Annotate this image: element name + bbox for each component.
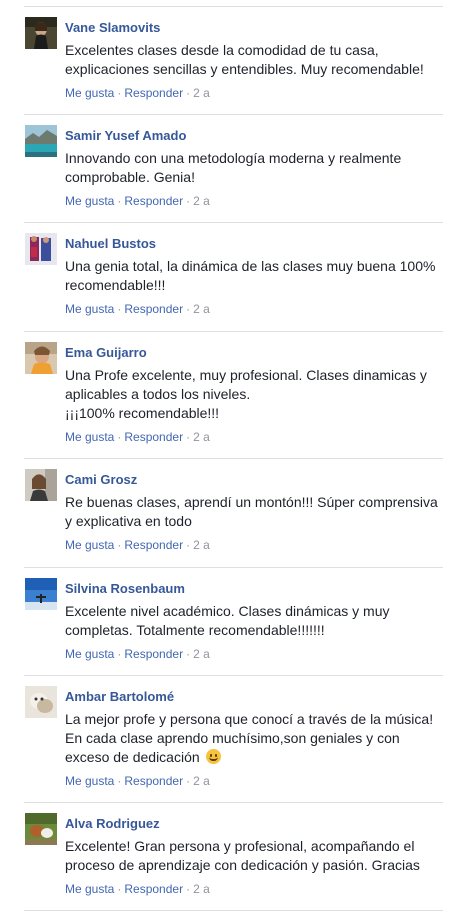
separator: ·: [117, 647, 122, 661]
comment-text-line: La mejor profe y persona que conocí a tr…: [65, 711, 434, 765]
comment: Samir Yusef Amado Innovando con una meto…: [24, 115, 443, 223]
author-name[interactable]: Cami Grosz: [65, 472, 443, 488]
like-link[interactable]: Me gusta: [65, 194, 114, 208]
separator: ·: [186, 647, 191, 661]
timestamp[interactable]: 2 a: [193, 538, 210, 552]
comment: Alva Rodriguez Excelente! Gran persona y…: [24, 803, 443, 911]
comment-text: Una Profe excelente, muy profesional. Cl…: [65, 366, 443, 423]
comment-text: Innovando con una metodología moderna y …: [65, 150, 402, 185]
comment-text-line: Una Profe excelente, muy profesional. Cl…: [65, 367, 427, 402]
like-link[interactable]: Me gusta: [65, 882, 114, 896]
comment-actions: Me gusta · Responder · 2 a: [65, 537, 443, 553]
divider: [24, 0, 443, 7]
separator: ·: [186, 882, 191, 896]
separator: ·: [117, 882, 122, 896]
comment: Vane Slamovits Excelentes clases desde l…: [24, 7, 443, 115]
separator: ·: [186, 302, 191, 316]
reply-link[interactable]: Responder: [124, 647, 183, 661]
comment-actions: Me gusta · Responder · 2 a: [65, 193, 443, 209]
avatar[interactable]: [25, 342, 57, 374]
reply-link[interactable]: Responder: [124, 430, 183, 444]
comment: Nahuel Bustos Una genia total, la dinámi…: [24, 223, 443, 332]
reply-link[interactable]: Responder: [124, 194, 183, 208]
timestamp[interactable]: 2 a: [193, 882, 210, 896]
comment-text: Excelente! Gran persona y profesional, a…: [65, 838, 420, 873]
avatar[interactable]: [25, 233, 57, 265]
comment-text: Excelentes clases desde la comodidad de …: [65, 42, 424, 77]
author-name[interactable]: Samir Yusef Amado: [65, 128, 443, 144]
avatar[interactable]: [25, 686, 57, 718]
comment-text-line: ¡¡¡100% recomendable!!!: [65, 405, 220, 421]
comment-text: La mejor profe y persona que conocí a tr…: [65, 710, 443, 767]
reply-link[interactable]: Responder: [124, 302, 183, 316]
comment-text: Excelente nivel académico. Clases dinámi…: [65, 603, 390, 638]
separator: ·: [186, 774, 191, 788]
separator: ·: [117, 86, 122, 100]
timestamp[interactable]: 2 a: [193, 430, 210, 444]
author-name[interactable]: Ema Guijarro: [65, 345, 443, 361]
avatar[interactable]: [25, 125, 57, 157]
timestamp[interactable]: 2 a: [193, 86, 210, 100]
comment: Silvina Rosenbaum Excelente nivel académ…: [24, 568, 443, 676]
author-name[interactable]: Vane Slamovits: [65, 20, 443, 36]
avatar[interactable]: [25, 813, 57, 845]
separator: ·: [186, 86, 191, 100]
comment-actions: Me gusta · Responder · 2 a: [65, 773, 443, 789]
comment: Ambar Bartolomé La mejor profe y persona…: [24, 676, 443, 803]
like-link[interactable]: Me gusta: [65, 86, 114, 100]
separator: ·: [186, 430, 191, 444]
comment-actions: Me gusta · Responder · 2 a: [65, 429, 443, 445]
comment-actions: Me gusta · Responder · 2 a: [65, 85, 443, 101]
author-name[interactable]: Alva Rodriguez: [65, 816, 443, 832]
separator: ·: [117, 774, 122, 788]
smiling-face-emoji-icon: [205, 749, 221, 764]
like-link[interactable]: Me gusta: [65, 538, 114, 552]
timestamp[interactable]: 2 a: [193, 194, 210, 208]
like-link[interactable]: Me gusta: [65, 647, 114, 661]
like-link[interactable]: Me gusta: [65, 430, 114, 444]
separator: ·: [117, 538, 122, 552]
avatar[interactable]: [25, 469, 57, 501]
reply-link[interactable]: Responder: [124, 86, 183, 100]
comment-actions: Me gusta · Responder · 2 a: [65, 301, 443, 317]
separator: ·: [117, 302, 122, 316]
reply-link[interactable]: Responder: [124, 538, 183, 552]
like-link[interactable]: Me gusta: [65, 302, 114, 316]
separator: ·: [117, 430, 122, 444]
comment: Ema Guijarro Una Profe excelente, muy pr…: [24, 332, 443, 459]
author-name[interactable]: Ambar Bartolomé: [65, 689, 443, 705]
comments-feed: Vane Slamovits Excelentes clases desde l…: [0, 0, 443, 911]
timestamp[interactable]: 2 a: [193, 647, 210, 661]
like-link[interactable]: Me gusta: [65, 774, 114, 788]
comment-actions: Me gusta · Responder · 2 a: [65, 646, 443, 662]
timestamp[interactable]: 2 a: [193, 302, 210, 316]
comment: Cami Grosz Re buenas clases, aprendí un …: [24, 459, 443, 568]
author-name[interactable]: Silvina Rosenbaum: [65, 581, 443, 597]
reply-link[interactable]: Responder: [124, 882, 183, 896]
reply-link[interactable]: Responder: [124, 774, 183, 788]
comment-text: Re buenas clases, aprendí un montón!!! S…: [65, 494, 438, 529]
separator: ·: [117, 194, 122, 208]
author-name[interactable]: Nahuel Bustos: [65, 236, 443, 252]
comment-actions: Me gusta · Responder · 2 a: [65, 881, 443, 897]
separator: ·: [186, 194, 191, 208]
avatar[interactable]: [25, 578, 57, 610]
avatar[interactable]: [25, 17, 57, 49]
comment-text: Una genia total, la dinámica de las clas…: [65, 258, 436, 293]
timestamp[interactable]: 2 a: [193, 774, 210, 788]
separator: ·: [186, 538, 191, 552]
